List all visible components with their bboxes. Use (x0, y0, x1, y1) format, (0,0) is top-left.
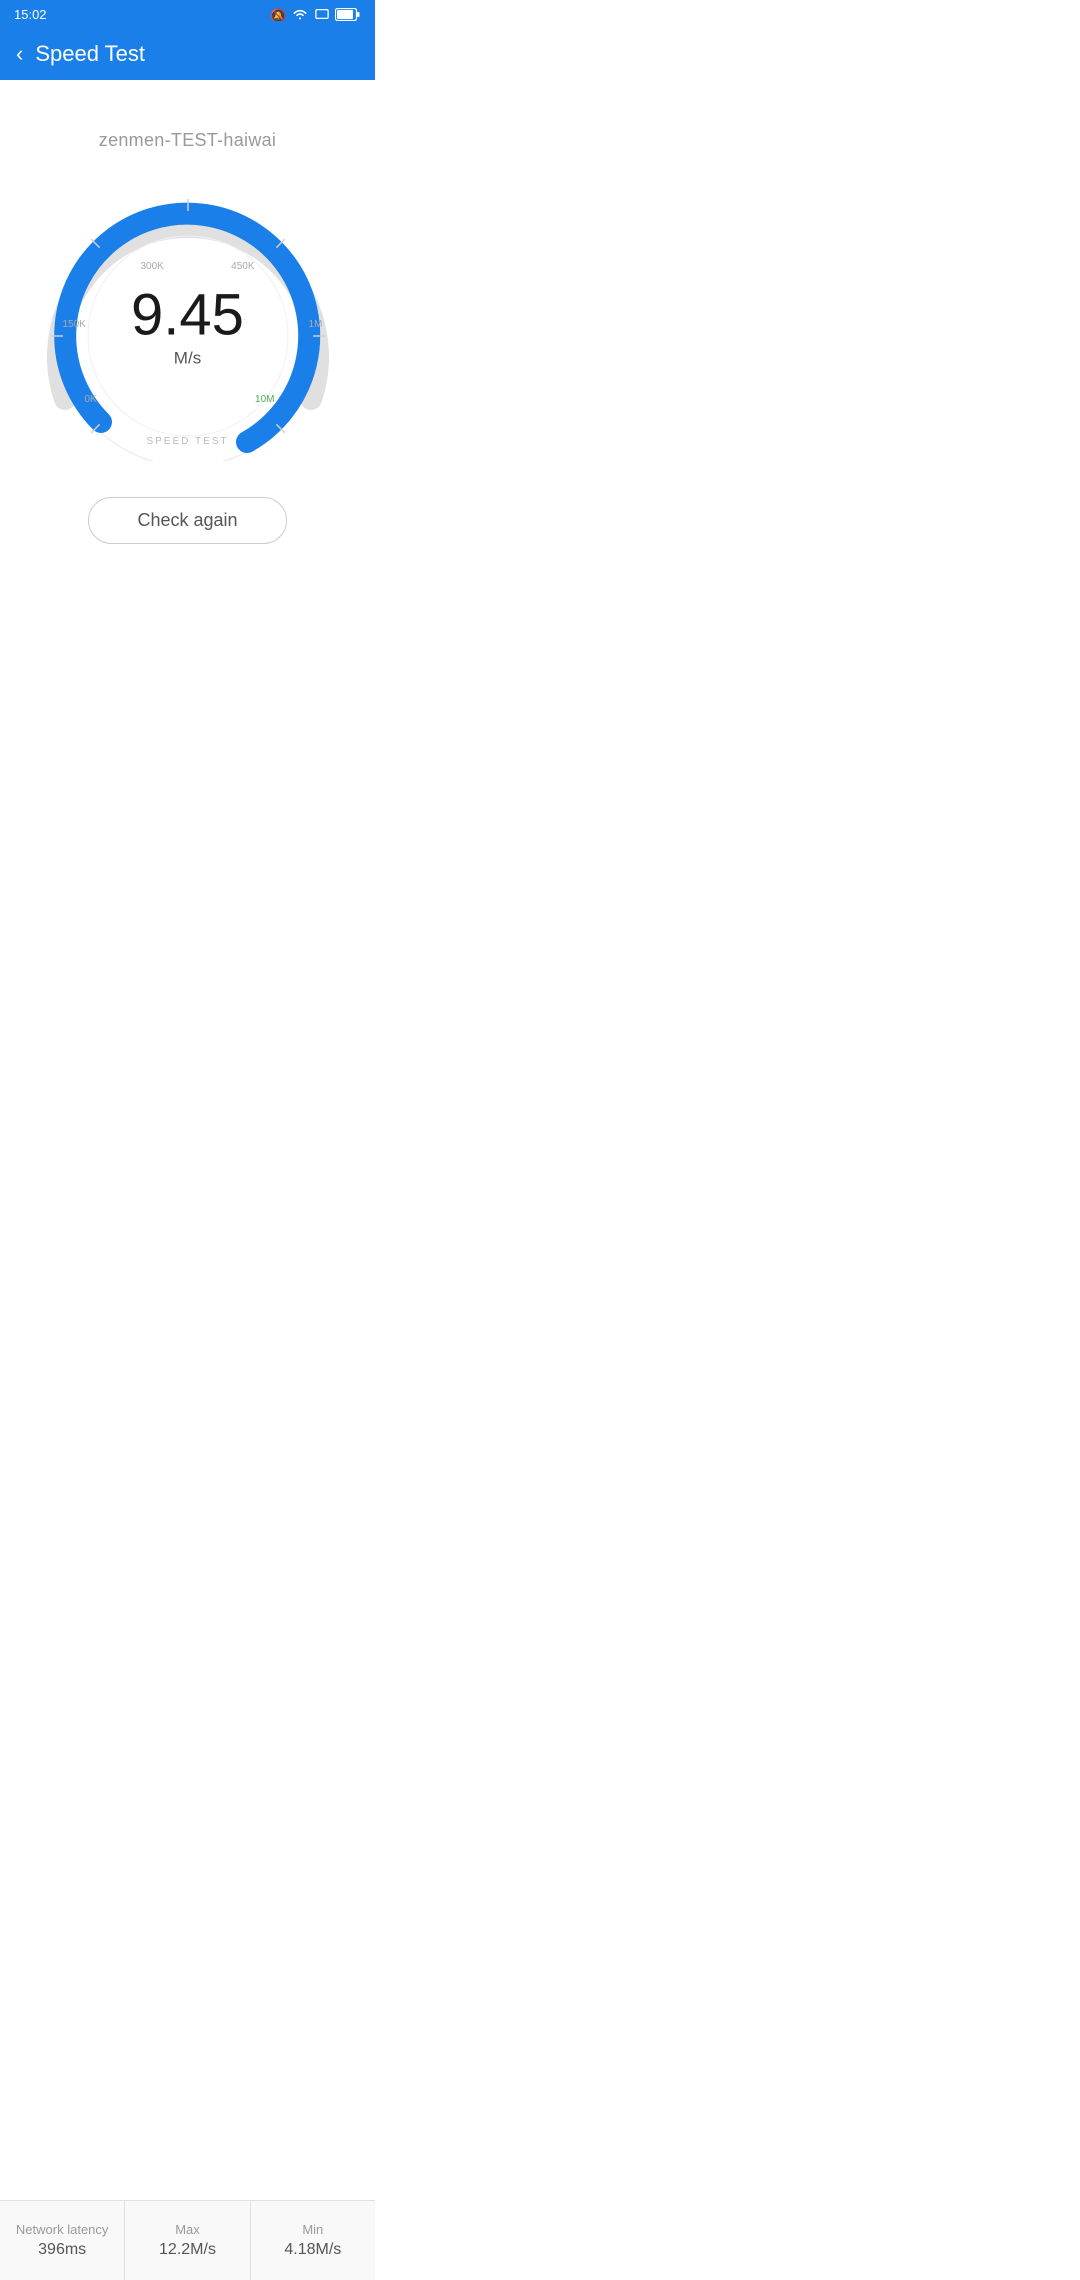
page-title: Speed Test (35, 41, 145, 67)
stat-min: Min 4.18M/s (251, 2201, 375, 2280)
speedometer: 0K 150K 300K 450K 1M 10M 9.45 M/s SPEED … (33, 181, 343, 461)
status-time: 15:02 (14, 7, 47, 22)
speed-unit: M/s (174, 349, 201, 369)
battery-icon (335, 8, 361, 21)
gauge-label-0k: 0K (85, 394, 97, 405)
min-value: 4.18M/s (284, 2241, 341, 2259)
speed-test-label: SPEED TEST (146, 436, 228, 447)
svg-text:🔕: 🔕 (270, 8, 286, 21)
gauge-label-10m: 10M (255, 394, 274, 405)
check-again-button[interactable]: Check again (88, 497, 286, 544)
screen-rotation-icon (314, 7, 330, 21)
main-content: zenmen-TEST-haiwai (0, 80, 375, 544)
max-value: 12.2M/s (159, 2241, 216, 2259)
speed-display: 9.45 M/s (131, 287, 244, 369)
footer-stats: Network latency 396ms Max 12.2M/s Min 4.… (0, 2200, 375, 2280)
stat-latency: Network latency 396ms (0, 2201, 125, 2280)
min-label: Min (302, 2222, 323, 2237)
stat-max: Max 12.2M/s (125, 2201, 250, 2280)
status-bar: 15:02 🔕 (0, 0, 375, 28)
wifi-icon (291, 7, 309, 21)
speed-value: 9.45 (131, 287, 244, 345)
gauge-label-1m: 1M (309, 319, 323, 330)
max-label: Max (175, 2222, 200, 2237)
latency-label: Network latency (16, 2222, 108, 2237)
mute-icon: 🔕 (270, 7, 286, 21)
gauge-label-150k: 150K (63, 319, 86, 330)
gauge-label-450k: 450K (231, 261, 254, 272)
gauge-label-300k: 300K (141, 261, 164, 272)
network-name: zenmen-TEST-haiwai (99, 130, 276, 151)
app-bar: ‹ Speed Test (0, 28, 375, 80)
latency-value: 396ms (38, 2241, 86, 2259)
back-button[interactable]: ‹ (16, 43, 23, 65)
status-icons: 🔕 (270, 7, 361, 21)
